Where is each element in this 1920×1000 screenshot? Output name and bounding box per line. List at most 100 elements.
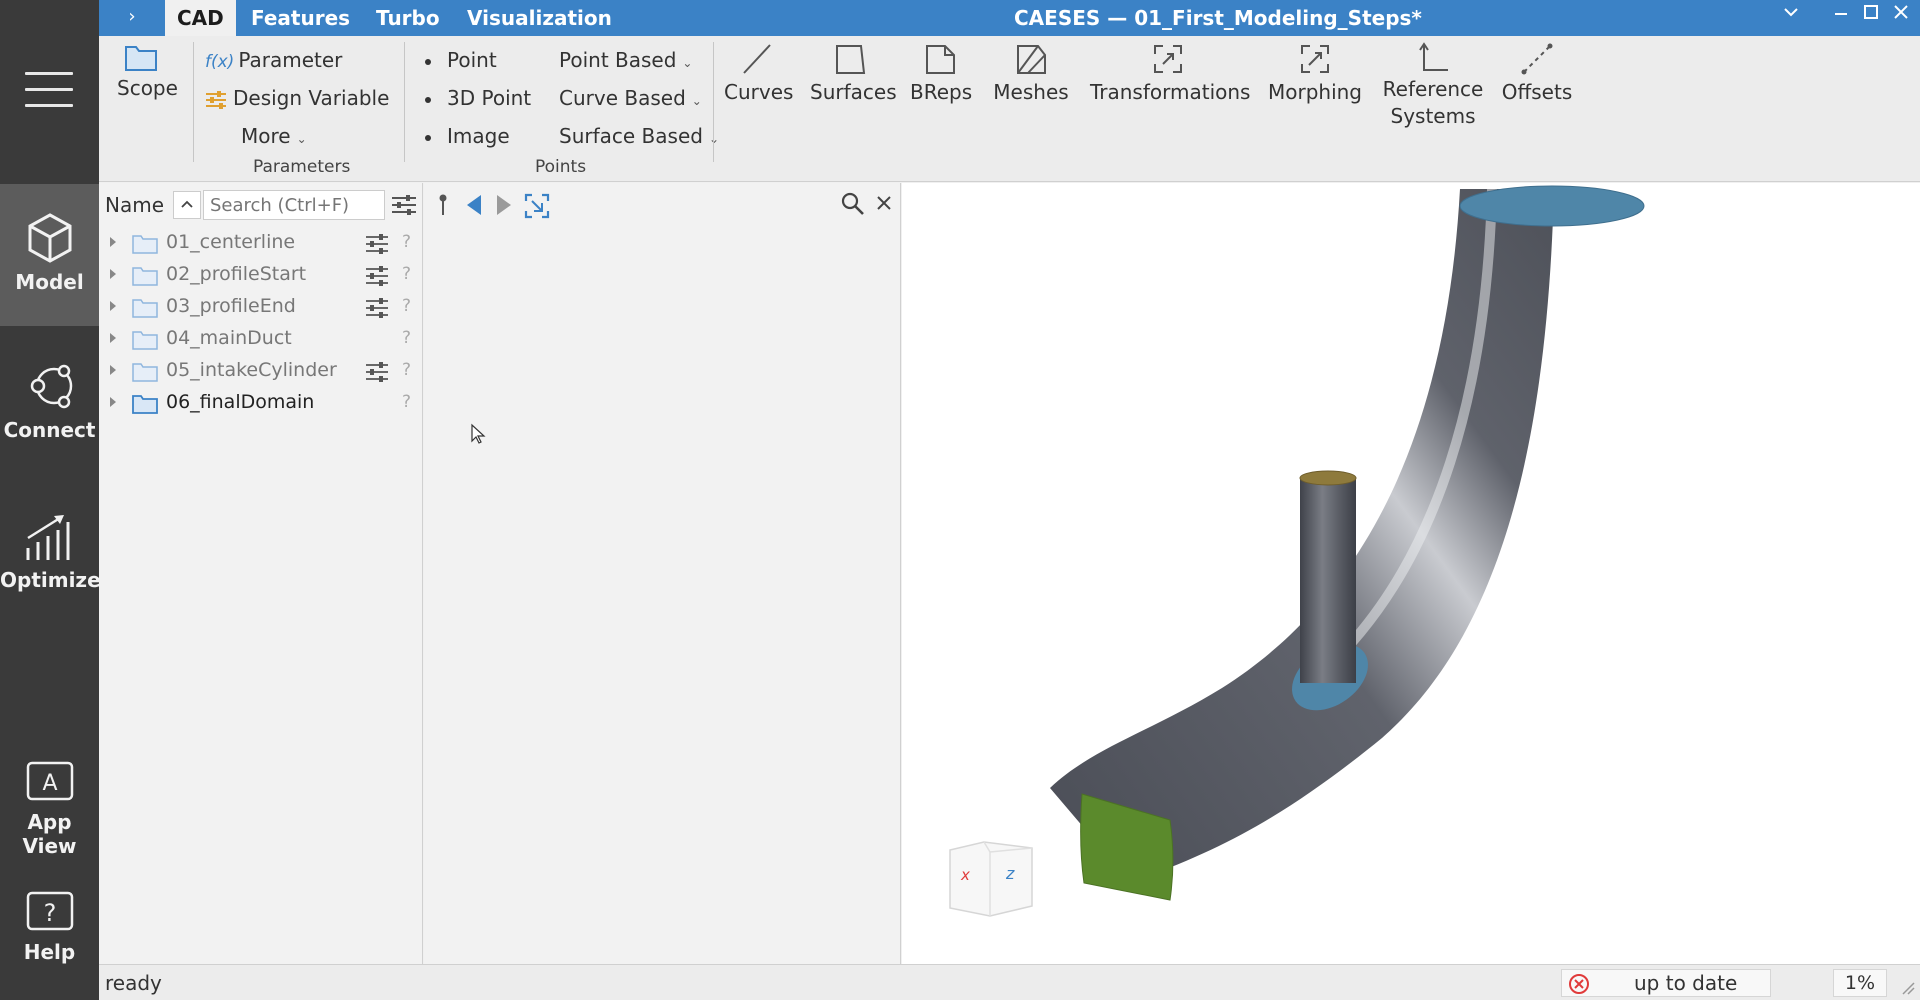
folder-icon — [132, 363, 158, 382]
tab-visualization[interactable]: Visualization — [455, 0, 624, 36]
status-bar: ready up to date 1% — [99, 964, 1920, 1000]
help-question-icon[interactable]: ? — [402, 264, 411, 284]
search-icon[interactable] — [840, 191, 866, 217]
window-title: CAESES — 01_First_Modeling_Steps* — [1014, 6, 1422, 30]
folder-icon — [132, 235, 158, 254]
svg-text:A: A — [42, 771, 57, 796]
reference-systems-label-2: Systems — [1390, 104, 1476, 128]
transformations-label: Transformations — [1090, 80, 1251, 104]
tab-features[interactable]: Features — [239, 0, 362, 36]
help-question-icon[interactable]: ? — [402, 392, 411, 412]
parameter-button[interactable]: f(x) Parameter — [205, 48, 342, 72]
point-button[interactable]: Point — [425, 48, 497, 72]
expand-chevron-icon[interactable]: › — [121, 6, 143, 27]
transformations-button[interactable]: Transformations — [1090, 42, 1250, 104]
3d-point-button[interactable]: 3D Point — [425, 86, 531, 110]
forward-arrow-icon[interactable] — [494, 193, 514, 217]
sidebar-label-help: Help — [23, 940, 76, 964]
caret-down-icon: ⌄ — [682, 56, 693, 70]
help-question-icon[interactable]: ? — [402, 296, 411, 316]
filter-sliders-icon[interactable] — [391, 194, 417, 220]
offsets-button[interactable]: Offsets — [1499, 42, 1575, 104]
resize-grip-icon[interactable] — [1899, 979, 1915, 995]
tree-row-04-main-duct[interactable]: 04_mainDuct ? — [99, 323, 423, 355]
design-variable-label: Design Variable — [233, 86, 390, 110]
surface-based-dropdown[interactable]: Surface Based⌄ — [559, 124, 719, 148]
help-question-icon[interactable]: ? — [402, 232, 411, 252]
sidebar-item-connect[interactable]: Connect — [0, 362, 99, 462]
reference-systems-button[interactable]: Reference Systems — [1377, 42, 1489, 130]
sidebar-item-optimize[interactable]: Optimize — [0, 512, 101, 612]
expand-arrow-icon[interactable] — [110, 301, 116, 311]
curve-icon — [743, 44, 771, 74]
minimize-icon[interactable] — [1829, 2, 1853, 26]
reference-systems-label-1: Reference — [1382, 77, 1484, 101]
offset-icon — [1521, 43, 1553, 75]
folder-icon — [132, 395, 158, 414]
caret-down-icon: ⌄ — [691, 94, 702, 108]
curves-button[interactable]: Curves — [724, 42, 793, 104]
surfaces-label: Surfaces — [810, 80, 897, 104]
back-arrow-icon[interactable] — [464, 193, 484, 217]
sidebar-item-model[interactable]: Model — [0, 184, 99, 326]
point-based-label: Point Based — [559, 48, 677, 72]
design-sliders-icon[interactable] — [365, 362, 389, 382]
tab-cad[interactable]: CAD — [165, 0, 236, 36]
status-text: ready — [105, 971, 162, 995]
close-panel-icon[interactable] — [874, 193, 894, 213]
curve-based-dropdown[interactable]: Curve Based ⌄ — [559, 86, 702, 110]
morph-icon — [1301, 45, 1329, 73]
design-sliders-icon[interactable] — [365, 234, 389, 254]
help-question-icon[interactable]: ? — [402, 328, 411, 348]
intake-cylinder-surface — [1300, 478, 1356, 683]
update-status-label: up to date — [1634, 971, 1738, 995]
morphing-label: Morphing — [1267, 80, 1362, 104]
design-sliders-icon[interactable] — [365, 266, 389, 286]
search-input[interactable] — [203, 190, 385, 220]
expand-arrow-icon[interactable] — [110, 333, 116, 343]
surfaces-button[interactable]: Surfaces — [810, 42, 897, 104]
morphing-button[interactable]: Morphing — [1267, 42, 1363, 104]
tree-row-01-centerline[interactable]: 01_centerline ? — [99, 227, 423, 259]
sidebar-label-model: Model — [15, 270, 84, 294]
tree-row-06-final-domain[interactable]: 06_finalDomain ? — [99, 387, 423, 419]
sidebar-item-help[interactable]: ? Help — [0, 890, 99, 990]
tree-row-label: 02_profileStart — [166, 263, 307, 285]
design-variable-button[interactable]: Design Variable — [205, 86, 389, 110]
sidebar-item-app-view[interactable]: A App View — [0, 760, 99, 860]
sidebar-label-optimize: Optimize — [0, 568, 101, 592]
view-cube-z-label: z — [1006, 864, 1015, 883]
meshes-button[interactable]: Meshes — [993, 42, 1069, 104]
dropdown-chevron-icon[interactable] — [1779, 2, 1803, 26]
3d-viewport[interactable]: x z — [902, 183, 1920, 964]
tree-row-03-profile-end[interactable]: 03_profileEnd ? — [99, 291, 423, 323]
focus-selection-icon[interactable] — [524, 193, 550, 219]
more-dropdown[interactable]: More ⌄ — [241, 124, 307, 148]
expand-arrow-icon[interactable] — [110, 237, 116, 247]
sort-ascending-icon[interactable] — [173, 191, 201, 219]
name-column-header[interactable]: Name — [105, 193, 164, 217]
update-status-button[interactable]: up to date — [1561, 969, 1771, 997]
help-icon: ? — [26, 891, 73, 931]
close-icon[interactable] — [1889, 2, 1913, 26]
folder-icon — [125, 46, 157, 71]
help-question-icon[interactable]: ? — [402, 360, 411, 380]
tree-row-02-profile-start[interactable]: 02_profileStart ? — [99, 259, 423, 291]
tree-row-label: 04_mainDuct — [166, 327, 292, 349]
hamburger-menu-icon[interactable] — [25, 72, 73, 110]
view-cube[interactable]: x z — [946, 838, 1036, 918]
point-label: Point — [447, 48, 497, 72]
pin-icon[interactable] — [436, 193, 450, 217]
breps-button[interactable]: BReps — [910, 42, 973, 104]
tree-row-05-intake-cylinder[interactable]: 05_intakeCylinder ? — [99, 355, 423, 387]
expand-arrow-icon[interactable] — [110, 397, 116, 407]
expand-arrow-icon[interactable] — [110, 269, 116, 279]
scope-button[interactable]: Scope — [117, 42, 178, 100]
point-based-dropdown[interactable]: Point Based ⌄ — [559, 48, 692, 72]
maximize-icon[interactable] — [1859, 2, 1883, 26]
expand-arrow-icon[interactable] — [110, 365, 116, 375]
image-button[interactable]: Image — [425, 124, 510, 148]
tab-turbo[interactable]: Turbo — [364, 0, 452, 36]
design-sliders-icon[interactable] — [365, 298, 389, 318]
breps-label: BReps — [910, 80, 973, 104]
